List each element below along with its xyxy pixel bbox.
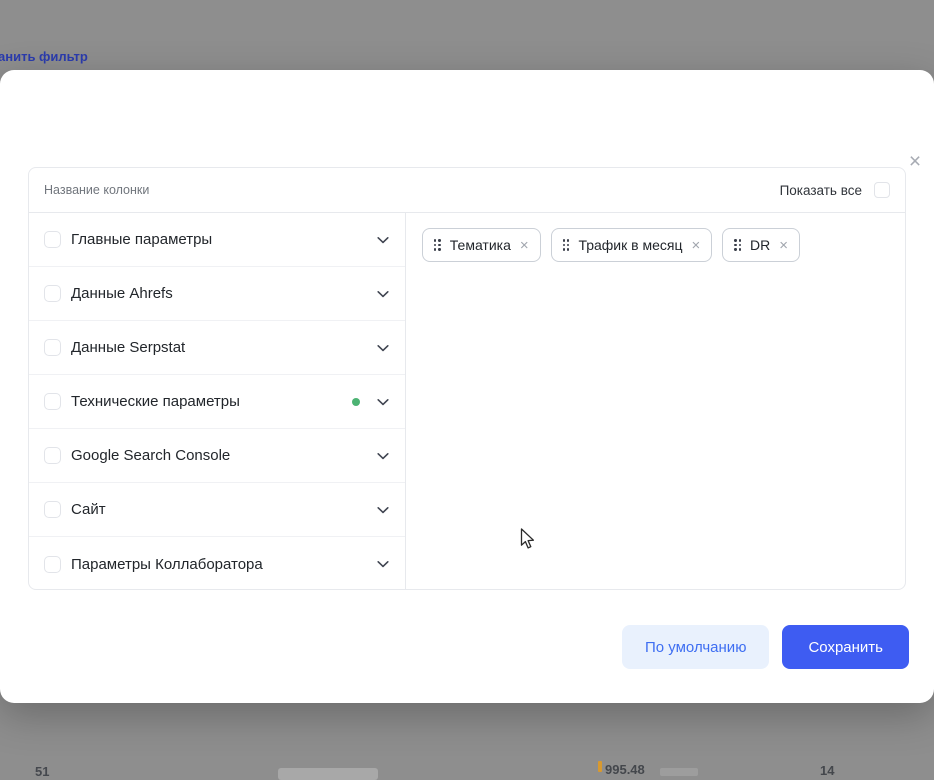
table-settings-modal: × Настройки таблицы Название колонки Пок… — [0, 70, 934, 703]
group-checkbox[interactable] — [44, 285, 61, 302]
chip-label: Трафик в месяц — [578, 237, 682, 253]
columns-panel: Название колонки Показать все Главные па… — [28, 167, 906, 590]
background-table-badge — [278, 768, 378, 780]
column-group-row[interactable]: Данные Serpstat — [29, 321, 405, 375]
column-group-row[interactable]: Данные Ahrefs — [29, 267, 405, 321]
background-save-filter-link: анить фильтр — [0, 49, 88, 64]
group-label: Данные Ahrefs — [71, 285, 173, 302]
column-name-header: Название колонки — [44, 183, 149, 197]
background-table-cell-value: 995.48 — [605, 762, 645, 777]
orange-tick-icon — [598, 761, 602, 772]
column-group-row[interactable]: Технические параметры — [29, 375, 405, 429]
chip-label: Тематика — [450, 237, 511, 253]
group-checkbox[interactable] — [44, 339, 61, 356]
background-table-cell-right: 14 — [820, 763, 834, 778]
chip-remove-icon[interactable]: × — [520, 238, 529, 253]
close-icon[interactable]: × — [902, 148, 928, 174]
group-label: Параметры Коллаборатора — [71, 556, 263, 573]
background-table-cell-sub — [660, 768, 698, 776]
column-group-row[interactable]: Google Search Console — [29, 429, 405, 483]
modal-footer: По умолчанию Сохранить — [622, 625, 909, 669]
chevron-down-icon[interactable] — [375, 286, 391, 302]
column-group-row[interactable]: Сайт — [29, 483, 405, 537]
chip-remove-icon[interactable]: × — [691, 238, 700, 253]
show-all-label: Показать все — [780, 183, 862, 198]
group-checkbox[interactable] — [44, 556, 61, 573]
group-label: Данные Serpstat — [71, 339, 185, 356]
chevron-down-icon[interactable] — [375, 340, 391, 356]
group-label: Главные параметры — [71, 231, 212, 248]
group-checkbox[interactable] — [44, 231, 61, 248]
chip-remove-icon[interactable]: × — [779, 238, 788, 253]
selected-column-chip[interactable]: Трафик в месяц × — [551, 228, 713, 262]
chevron-down-icon[interactable] — [375, 556, 391, 572]
panel-header: Название колонки Показать все — [29, 168, 905, 213]
column-groups-list: Главные параметры Данные Ahrefs Данные S… — [29, 213, 406, 589]
chip-label: DR — [750, 237, 770, 253]
chevron-down-icon[interactable] — [375, 502, 391, 518]
save-button[interactable]: Сохранить — [782, 625, 909, 669]
column-group-row[interactable]: Главные параметры — [29, 213, 405, 267]
green-dot-indicator — [352, 398, 360, 406]
group-checkbox[interactable] — [44, 393, 61, 410]
group-label: Сайт — [71, 501, 106, 518]
drag-handle-icon[interactable] — [434, 239, 441, 250]
drag-handle-icon[interactable] — [563, 239, 570, 250]
selected-column-chip[interactable]: DR × — [722, 228, 800, 262]
chevron-down-icon[interactable] — [375, 232, 391, 248]
drag-handle-icon[interactable] — [734, 239, 741, 250]
group-label: Технические параметры — [71, 393, 240, 410]
chevron-down-icon[interactable] — [375, 394, 391, 410]
chevron-down-icon[interactable] — [375, 448, 391, 464]
column-group-row[interactable]: Параметры Коллаборатора — [29, 537, 405, 590]
group-checkbox[interactable] — [44, 447, 61, 464]
group-checkbox[interactable] — [44, 501, 61, 518]
selected-column-chip[interactable]: Тематика × — [422, 228, 541, 262]
selected-columns-area: Тематика × Трафик в месяц × DR × — [406, 213, 905, 589]
show-all-checkbox[interactable] — [874, 182, 890, 198]
group-label: Google Search Console — [71, 447, 230, 464]
default-button[interactable]: По умолчанию — [622, 625, 769, 669]
